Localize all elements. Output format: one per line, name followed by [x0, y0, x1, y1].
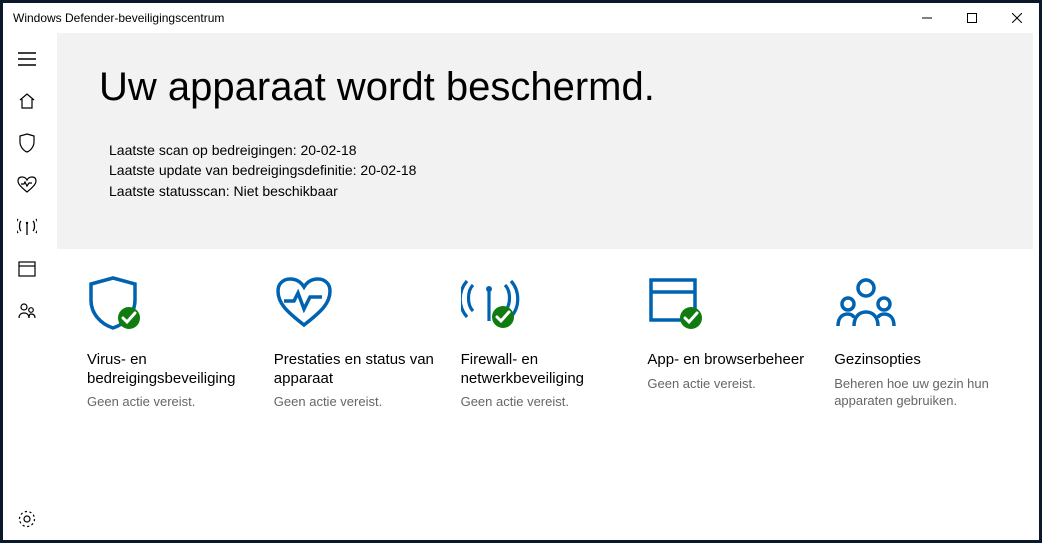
hero-panel: Uw apparaat wordt beschermd. Laatste sca… — [57, 33, 1033, 249]
sidebar-health[interactable] — [3, 164, 51, 206]
tile-title: Virus- en bedreigingsbeveiliging — [87, 351, 256, 389]
tile-apps[interactable]: App- en browserbeheer Geen actie vereist… — [647, 273, 816, 411]
close-icon — [1012, 13, 1022, 23]
hero-heading: Uw apparaat wordt beschermd. — [99, 65, 991, 110]
sidebar-firewall[interactable] — [3, 206, 51, 248]
app-browser-icon — [647, 273, 816, 335]
tile-health[interactable]: Prestaties en status van apparaat Geen a… — [274, 273, 443, 411]
tile-subtitle: Beheren hoe uw gezin hun apparaten gebru… — [834, 376, 1003, 410]
tile-family[interactable]: Gezinsopties Beheren hoe uw gezin hun ap… — [834, 273, 1003, 411]
sidebar — [3, 33, 51, 540]
close-button[interactable] — [994, 3, 1039, 33]
tile-subtitle: Geen actie vereist. — [647, 376, 816, 393]
status-threat-scan: Laatste scan op bedreigingen: 20-02-18 — [109, 140, 991, 160]
status-definition-update: Laatste update van bedreigingsdefinitie:… — [109, 160, 991, 180]
shield-icon — [18, 133, 36, 153]
status-health-scan: Laatste statusscan: Niet beschikbaar — [109, 181, 991, 201]
tile-firewall[interactable]: Firewall- en netwerkbeveiliging Geen act… — [461, 273, 630, 411]
status-block: Laatste scan op bedreigingen: 20-02-18 L… — [99, 140, 991, 201]
family-icon — [834, 273, 1003, 335]
minimize-icon — [922, 13, 932, 23]
tile-virus[interactable]: Virus- en bedreigingsbeveiliging Geen ac… — [87, 273, 256, 411]
shield-check-icon — [87, 273, 256, 335]
content-area: Uw apparaat wordt beschermd. Laatste sca… — [3, 33, 1039, 540]
tile-title: Prestaties en status van apparaat — [274, 351, 443, 389]
window-title: Windows Defender-beveiligingscentrum — [13, 11, 904, 25]
main-content: Uw apparaat wordt beschermd. Laatste sca… — [51, 33, 1039, 540]
home-icon — [18, 93, 36, 109]
minimize-button[interactable] — [904, 3, 949, 33]
browser-icon — [18, 261, 36, 277]
sidebar-settings[interactable] — [3, 498, 51, 540]
tile-title: App- en browserbeheer — [647, 351, 816, 370]
window-frame: Windows Defender-beveiligingscentrum — [3, 3, 1039, 540]
sidebar-home[interactable] — [3, 80, 51, 122]
titlebar: Windows Defender-beveiligingscentrum — [3, 3, 1039, 33]
sidebar-apps[interactable] — [3, 248, 51, 290]
hamburger-icon — [18, 52, 36, 66]
tile-title: Firewall- en netwerkbeveiliging — [461, 351, 630, 389]
tile-subtitle: Geen actie vereist. — [274, 394, 443, 411]
heart-health-icon — [274, 273, 443, 335]
sidebar-family[interactable] — [3, 290, 51, 332]
tiles-row: Virus- en bedreigingsbeveiliging Geen ac… — [51, 249, 1039, 411]
gear-icon — [18, 510, 36, 528]
menu-button[interactable] — [3, 38, 51, 80]
antenna-icon — [17, 217, 37, 237]
window-controls — [904, 3, 1039, 33]
firewall-icon — [461, 273, 630, 335]
maximize-button[interactable] — [949, 3, 994, 33]
tile-subtitle: Geen actie vereist. — [87, 394, 256, 411]
heart-icon — [17, 176, 37, 194]
people-icon — [17, 302, 37, 320]
tile-title: Gezinsopties — [834, 351, 1003, 370]
maximize-icon — [967, 13, 977, 23]
tile-subtitle: Geen actie vereist. — [461, 394, 630, 411]
sidebar-virus[interactable] — [3, 122, 51, 164]
